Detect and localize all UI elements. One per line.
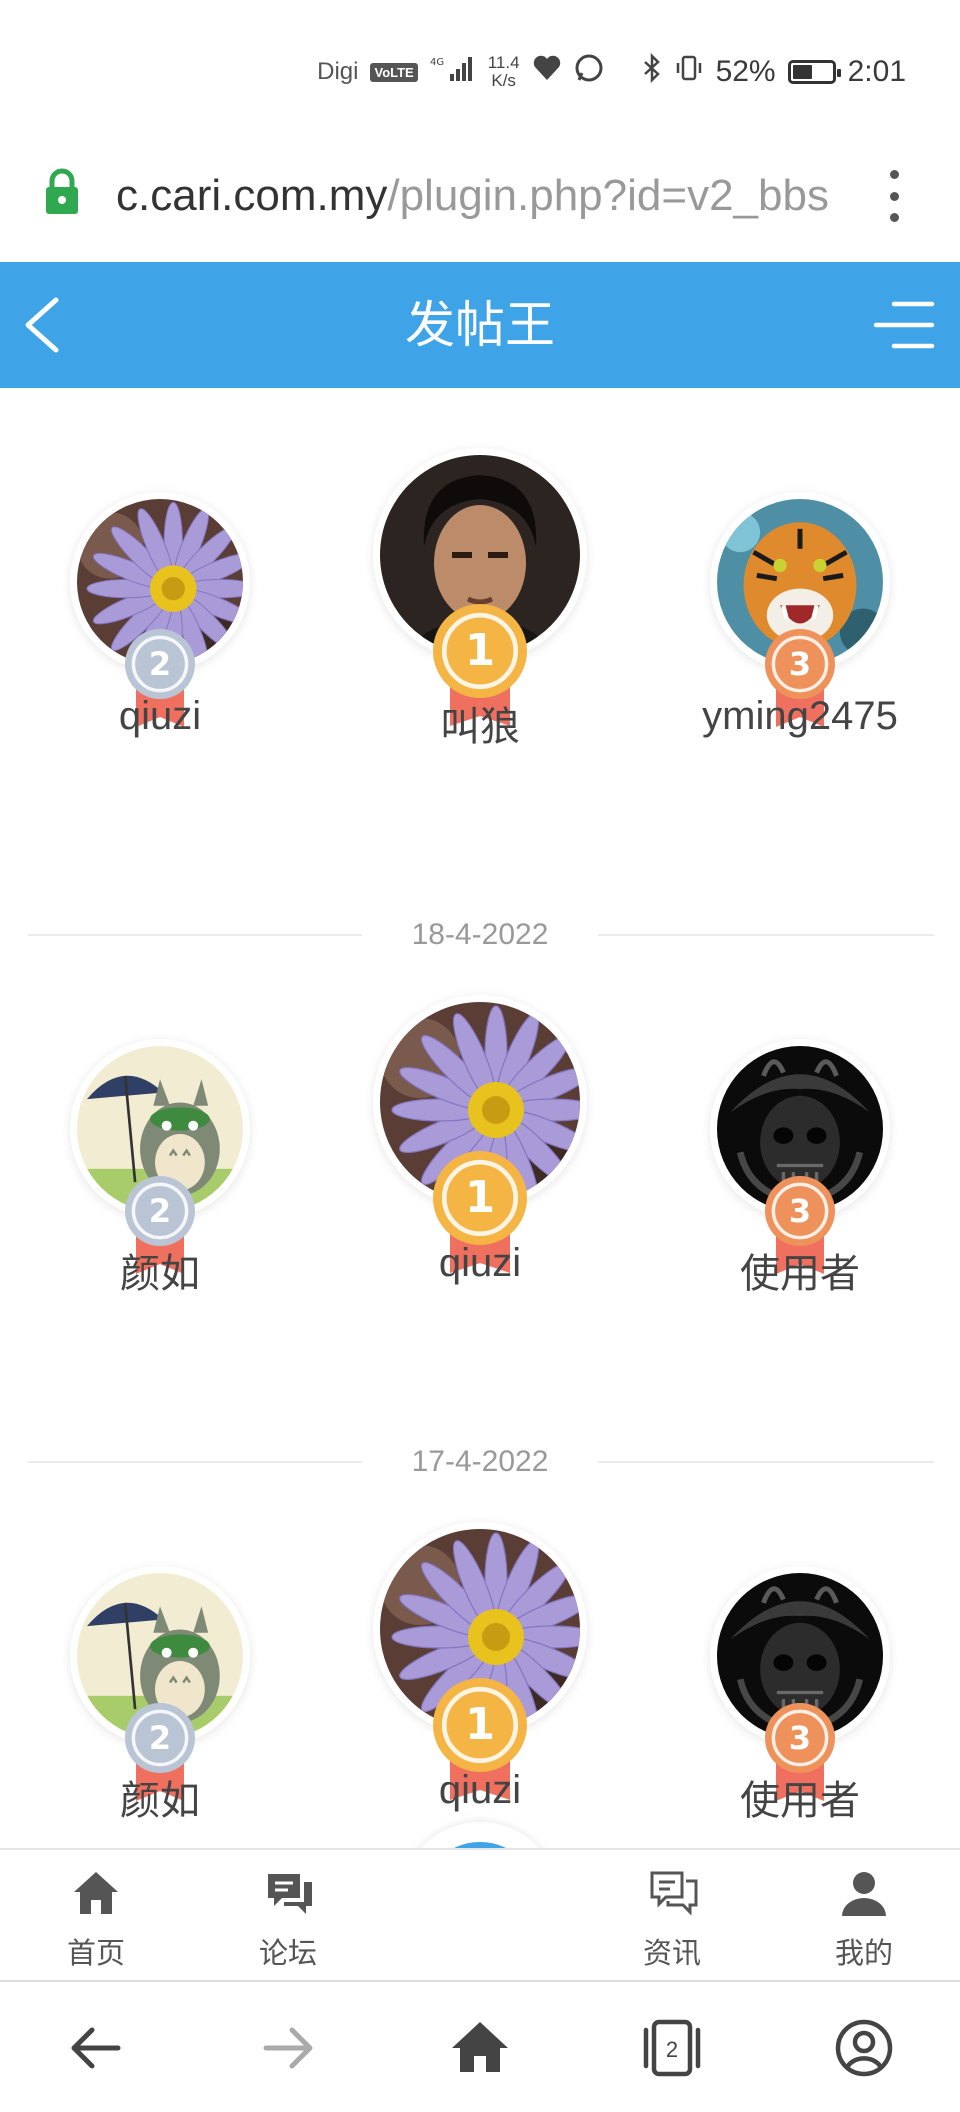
divider [598, 1461, 934, 1463]
back-arrow-icon[interactable] [56, 2008, 136, 2088]
nav-item-news[interactable]: 资讯 [576, 1850, 768, 1982]
nav-label: 我的 [834, 1938, 893, 1970]
url-host: c.cari.com.my [116, 171, 388, 220]
whatsapp-icon [574, 53, 604, 91]
status-icons: Digi VoLTE 4G 11.4 K/s 52% 2:01 [317, 48, 906, 96]
divider [598, 934, 934, 936]
lock-icon [44, 168, 80, 216]
tabs-icon[interactable]: 2 [632, 2008, 712, 2088]
network-speed: 11.4 K/s [488, 54, 520, 90]
rank-number: 2 [148, 1191, 172, 1230]
bluetooth-icon [642, 52, 662, 91]
username[interactable]: qiuzi [340, 1241, 620, 1286]
nav-item-profile[interactable]: 我的 [768, 1850, 960, 1982]
more-options-icon[interactable] [882, 164, 906, 228]
rank-number: 1 [464, 625, 496, 676]
username[interactable]: yming2475 [660, 694, 940, 739]
ranking-group: 18-4-2022 2 颜如 1 qiuzi 3 使用者 [0, 915, 960, 1442]
home-icon [72, 1868, 120, 1920]
browser-address-bar[interactable]: c.cari.com.my/plugin.php?id=v2_bbs [0, 140, 960, 262]
rank-number: 1 [464, 1699, 496, 1750]
account-icon[interactable] [824, 2008, 904, 2088]
forum-icon [264, 1868, 312, 1920]
speed-value: 11.4 [487, 53, 520, 72]
divider [28, 934, 362, 936]
battery-percent: 52% [715, 55, 776, 88]
username[interactable]: 颜如 [20, 1241, 300, 1299]
ranking-group: 2 qiuzi 1 叫狼 3 yming2475 [0, 388, 960, 915]
battery-icon [787, 60, 841, 84]
battery-level [792, 65, 813, 79]
vibrate-icon [674, 53, 704, 91]
profile-icon [840, 1868, 888, 1920]
username[interactable]: qiuzi [20, 694, 300, 739]
rank-number: 3 [788, 1718, 812, 1757]
nav-label: 资讯 [642, 1938, 701, 1970]
ranking-group: 17-4-2022 2 颜如 1 qiuzi 3 使用者 [0, 1442, 960, 1848]
status-bar: Digi VoLTE 4G 11.4 K/s 52% 2:01 [0, 0, 960, 140]
clock: 2:01 [847, 55, 906, 88]
rank-number: 2 [148, 644, 172, 683]
bottom-navigation: 首页 论坛 资讯 我的 [0, 1848, 960, 1980]
date-separator: 18-4-2022 [0, 915, 960, 955]
username[interactable]: 叫狼 [340, 694, 620, 752]
username[interactable]: 颜如 [20, 1768, 300, 1826]
nav-label: 首页 [66, 1938, 125, 1970]
username[interactable]: qiuzi [340, 1768, 620, 1813]
tab-count: 2 [666, 2037, 678, 2062]
nav-label: 论坛 [258, 1938, 317, 1970]
signal-icon: 4G [430, 54, 476, 90]
rank-number: 1 [464, 1172, 496, 1223]
app-header: 发帖王 [0, 262, 960, 388]
page-title: 发帖王 [405, 297, 555, 353]
ranking-date: 18-4-2022 [411, 918, 549, 951]
carrier-label: Digi [317, 58, 359, 85]
browser-toolbar: 2 [0, 1980, 960, 2112]
forward-arrow-icon[interactable] [248, 2008, 328, 2088]
nav-item-home[interactable]: 首页 [0, 1850, 192, 1982]
username[interactable]: 使用者 [660, 1768, 940, 1826]
rank-number: 3 [788, 644, 812, 683]
rank-number: 2 [148, 1718, 172, 1757]
url-field[interactable]: c.cari.com.my/plugin.php?id=v2_bbs [116, 166, 846, 226]
divider [28, 1461, 362, 1463]
url-path: /plugin.php?id=v2_bbs [387, 171, 829, 220]
home-icon[interactable] [440, 2008, 520, 2088]
network-type: 4G [430, 57, 444, 68]
nav-item-forum[interactable]: 论坛 [192, 1850, 384, 1982]
menu-icon[interactable] [872, 296, 936, 354]
rank-number: 3 [788, 1191, 812, 1230]
ranking-list[interactable]: 2 qiuzi 1 叫狼 3 yming2475 18-4-2022 2 颜如 1 qiuzi 3 使… [0, 388, 960, 1848]
news-icon [648, 1868, 698, 1920]
ranking-date: 17-4-2022 [411, 1445, 549, 1478]
username[interactable]: 使用者 [660, 1241, 940, 1299]
speed-unit: K/s [491, 71, 516, 90]
date-separator: 17-4-2022 [0, 1442, 960, 1482]
volte-badge: VoLTE [370, 62, 418, 82]
health-icon [532, 54, 562, 90]
